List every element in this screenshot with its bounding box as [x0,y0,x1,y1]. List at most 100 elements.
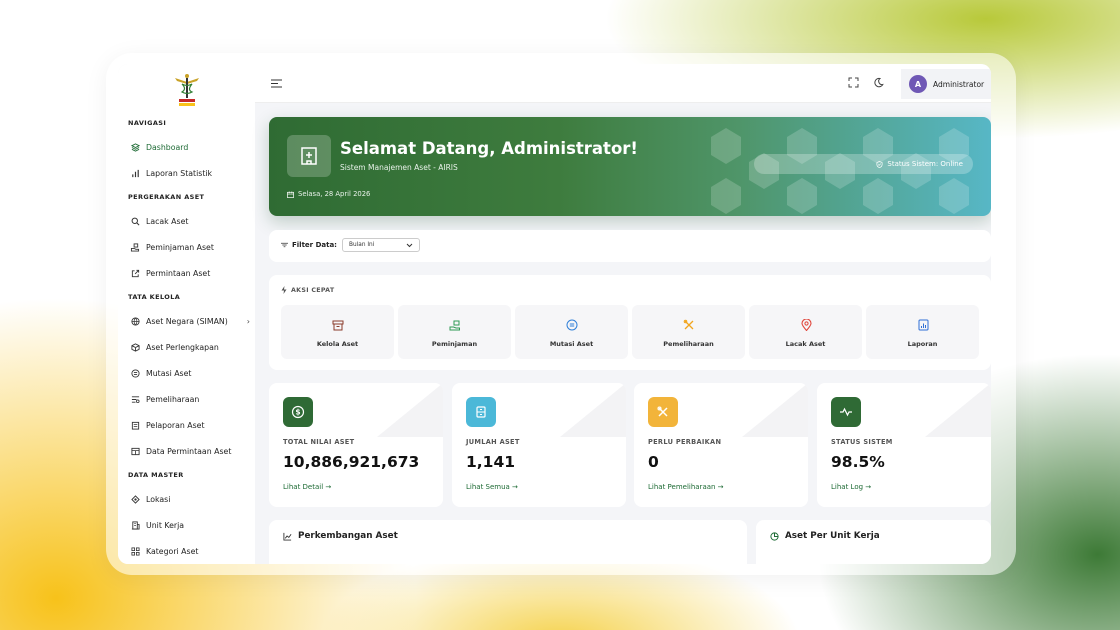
fullscreen-icon[interactable] [848,77,859,88]
asset-growth-title-row: Perkembangan Aset [283,531,398,541]
clipboard-icon [130,420,140,430]
banner-title: Selamat Datang, Administrator! [340,139,638,158]
quick-action-label: Lacak Aset [785,340,826,348]
user-name: Administrator [933,79,985,89]
welcome-banner: Selamat Datang, Administrator! Sistem Ma… [269,117,991,216]
sidebar-item-aset-perlengkapan[interactable]: Aset Perlengkapan [130,340,250,354]
corner-decoration [742,383,808,437]
sidebar-item-label: Kategori Aset [146,546,199,556]
stat-card-status-sistem: STATUS SISTEM 98.5% Lihat Log → [817,383,991,507]
moon-icon[interactable] [873,77,884,88]
sidebar-item-label: Pelaporan Aset [146,420,205,430]
bar-chart-icon [130,168,140,178]
sidebar-item-aset-negara[interactable]: Aset Negara (SIMAN) › [130,314,250,328]
user-menu[interactable]: A Administrator [901,69,991,99]
quick-actions-title: AKSI CEPAT [291,286,335,294]
sidebar-item-laporan-statistik[interactable]: Laporan Statistik [130,166,250,180]
hand-box-icon [448,318,462,332]
sidebar-item-permintaan-aset[interactable]: Permintaan Aset [130,266,250,280]
sidebar-item-label: Aset Negara (SIMAN) [146,316,228,326]
circle-equals-icon [130,368,140,378]
dollar-circle-icon: $ [283,397,313,427]
sidebar-item-kategori-aset[interactable]: Kategori Aset [130,544,250,558]
quick-actions-title-row: AKSI CEPAT [281,286,334,294]
stat-link-lihat-log[interactable]: Lihat Log → [831,483,871,491]
tools-icon [648,397,678,427]
pie-chart-icon [770,531,779,541]
assets-per-unit-title-row: Aset Per Unit Kerja [770,531,880,541]
search-icon [130,216,140,226]
filter-label: Filter Data: [292,241,337,249]
sidebar-item-label: Data Permintaan Aset [146,446,232,456]
tools-icon [682,318,696,332]
filter-label-row: Filter Data: [281,241,337,249]
corner-decoration [377,383,443,437]
quick-action-label: Kelola Aset [316,340,359,348]
sidebar-item-lokasi[interactable]: Lokasi [130,492,250,506]
quick-action-kelola-aset[interactable]: Kelola Aset [281,305,394,359]
stat-link-lihat-semua[interactable]: Lihat Semua → [466,483,518,491]
svg-text:$: $ [295,408,300,417]
sidebar: NAVIGASI Dashboard Laporan Statistik PER… [118,64,255,564]
stat-card-jumlah-aset: JUMLAH ASET 1,141 Lihat Semua → [452,383,626,507]
sidebar-item-lacak-aset[interactable]: Lacak Aset [130,214,250,228]
sidebar-item-label: Laporan Statistik [146,168,213,178]
stat-value: 98.5% [831,453,885,471]
avatar: A [909,75,927,93]
sidebar-item-label: Unit Kerja [146,520,185,530]
stat-label: PERLU PERBAIKAN [648,438,722,446]
stat-value: 1,141 [466,453,516,471]
corner-decoration [560,383,626,437]
grid-icon [130,546,140,556]
stat-label: JUMLAH ASET [466,438,520,446]
stat-link-lihat-detail[interactable]: Lihat Detail → [283,483,331,491]
stat-label: STATUS SISTEM [831,438,893,446]
asset-growth-card: Perkembangan Aset [269,520,747,564]
system-status-badge: Status Sistem: Online [754,154,973,174]
cube-icon [130,342,140,352]
quick-action-laporan[interactable]: Laporan [866,305,979,359]
sidebar-item-mutasi-aset[interactable]: Mutasi Aset [130,366,250,380]
stat-link-lihat-pemeliharaan[interactable]: Lihat Pemeliharaan → [648,483,724,491]
sidebar-item-label: Dashboard [146,142,189,152]
app-window: NAVIGASI Dashboard Laporan Statistik PER… [118,64,991,564]
quick-action-label: Pemeliharaan [663,340,714,348]
sidebar-item-pelaporan-aset[interactable]: Pelaporan Aset [130,418,250,432]
sidebar-item-peminjaman-aset[interactable]: Peminjaman Aset [130,240,250,254]
line-chart-icon [283,532,292,541]
globe-icon [130,316,140,326]
chevron-down-icon [406,243,413,247]
menu-toggle-icon[interactable] [271,79,283,88]
external-link-icon [130,268,140,278]
assets-per-unit-card: Aset Per Unit Kerja [756,520,991,564]
corner-decoration [925,383,991,437]
sidebar-item-label: Mutasi Aset [146,368,192,378]
banner-subtitle: Sistem Manajemen Aset - AIRIS [340,163,458,172]
quick-action-mutasi-aset[interactable]: Mutasi Aset [515,305,628,359]
sidebar-item-dashboard[interactable]: Dashboard [130,140,250,154]
sidebar-item-unit-kerja[interactable]: Unit Kerja [130,518,250,532]
table-icon [130,446,140,456]
quick-action-peminjaman[interactable]: Peminjaman [398,305,511,359]
assets-per-unit-title: Aset Per Unit Kerja [785,531,880,541]
stat-value: 10,886,921,673 [283,453,420,471]
report-chart-icon [916,318,930,332]
section-title-tata-kelola: TATA KELOLA [128,293,181,301]
sidebar-item-label: Permintaan Aset [146,268,211,278]
activity-icon [831,397,861,427]
logo [175,74,199,106]
circle-equals-icon [565,318,579,332]
stat-card-perlu-perbaikan: PERLU PERBAIKAN 0 Lihat Pemeliharaan → [634,383,808,507]
quick-action-label: Mutasi Aset [549,340,594,348]
period-select[interactable]: Bulan Ini [342,238,420,252]
quick-action-lacak-aset[interactable]: Lacak Aset [749,305,862,359]
cabinet-icon [466,397,496,427]
stat-card-total-nilai-aset: $ TOTAL NILAI ASET 10,886,921,673 Lihat … [269,383,443,507]
section-title-data-master: DATA MASTER [128,471,184,479]
sidebar-item-label: Lokasi [146,494,171,504]
sidebar-item-label: Pemeliharaan [146,394,200,404]
sidebar-item-pemeliharaan[interactable]: Pemeliharaan [130,392,250,406]
sidebar-item-label: Lacak Aset [146,216,189,226]
sidebar-item-data-permintaan-aset[interactable]: Data Permintaan Aset [130,444,250,458]
quick-action-pemeliharaan[interactable]: Pemeliharaan [632,305,745,359]
